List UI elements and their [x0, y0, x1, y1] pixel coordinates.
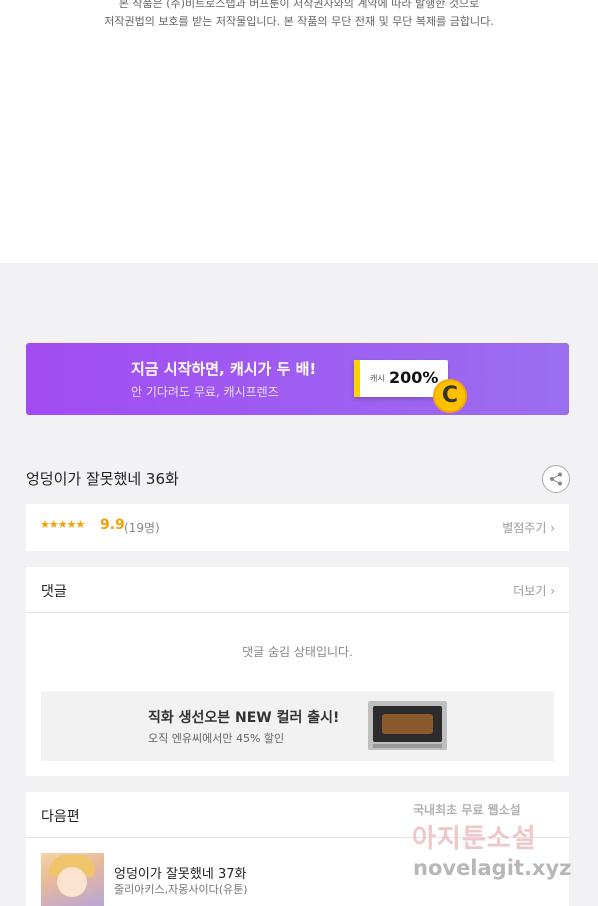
- star-rating-icon: ★★★★★: [40, 518, 85, 531]
- site-watermark: 국내최초 무료 웹소설 아지툰소설 novelagit.xyz: [410, 798, 585, 893]
- episode-title: 엉덩이가 잘못했네 36화: [26, 470, 179, 488]
- watermark-line-3: novelagit.xyz: [413, 856, 572, 880]
- cash-value: 200%: [389, 368, 439, 387]
- share-button[interactable]: [542, 465, 570, 493]
- cash-card-bar: [354, 360, 360, 397]
- banner-subtitle: 안 기다려도 무료, 캐시프렌즈: [131, 385, 279, 399]
- rating-count: (19명): [124, 521, 160, 535]
- rate-button[interactable]: 별점주기 ›: [502, 519, 555, 536]
- cash-coin-icon: C: [433, 379, 467, 413]
- comment-title: 댓글: [41, 584, 67, 600]
- oven-product-image: [368, 701, 447, 750]
- copyright-section: 본 작품은 (주)비트로스탭과 버프툰이 저작권자와의 계약에 따라 발행한 것…: [0, 0, 598, 263]
- share-icon: [550, 472, 562, 486]
- copyright-line-2: 저작권법의 보호를 받는 저작물입니다. 본 작품의 무단 전재 및 무단 복제…: [104, 15, 494, 28]
- oven-food: [382, 714, 433, 734]
- watermark-line-1: 국내최초 무료 웹소설: [413, 803, 521, 817]
- thumbnail-face: [57, 867, 87, 897]
- rating-score: 9.9: [100, 517, 125, 533]
- next-episode-thumbnail[interactable]: [41, 853, 104, 906]
- next-episode-author: 줄리아키스,자몽사이다(유툰): [114, 883, 248, 896]
- next-episode-heading: 다음편: [41, 809, 80, 825]
- comment-more-link[interactable]: 더보기 ›: [513, 582, 555, 599]
- next-episode-title[interactable]: 엉덩이가 잘못했네 37화: [114, 863, 246, 882]
- watermark-line-2: 아지툰소설: [412, 824, 537, 854]
- rating-card: ★★★★★ 9.9 (19명) 별점주기 ›: [26, 504, 569, 551]
- comment-hidden-message: 댓글 숨김 상태입니다.: [242, 645, 353, 659]
- ad-title: 직화 생선오븐 NEW 컬러 출시!: [148, 710, 340, 726]
- copyright-notice: 본 작품은 (주)비트로스탭과 버프툰이 저작권자와의 계약에 따라 발행한 것…: [0, 0, 598, 31]
- oven-base: [373, 744, 442, 748]
- cash-promo-banner[interactable]: 지금 시작하면, 캐시가 두 배! 안 기다려도 무료, 캐시프렌즈 캐시 20…: [26, 343, 569, 415]
- ad-subtitle: 오직 엔유씨에서만 45% 할인: [148, 732, 285, 745]
- ad-banner[interactable]: 직화 생선오븐 NEW 컬러 출시! 오직 엔유씨에서만 45% 할인: [41, 691, 554, 761]
- cash-label: 캐시: [370, 374, 385, 383]
- comment-header: 댓글 더보기 ›: [26, 567, 569, 613]
- copyright-line-1: 본 작품은 (주)비트로스탭과 버프툰이 저작권자와의 계약에 따라 발행한 것…: [118, 0, 480, 10]
- banner-title: 지금 시작하면, 캐시가 두 배!: [131, 360, 317, 378]
- comment-section: 댓글 더보기 › 댓글 숨김 상태입니다. 직화 생선오븐 NEW 컬러 출시!…: [26, 567, 569, 776]
